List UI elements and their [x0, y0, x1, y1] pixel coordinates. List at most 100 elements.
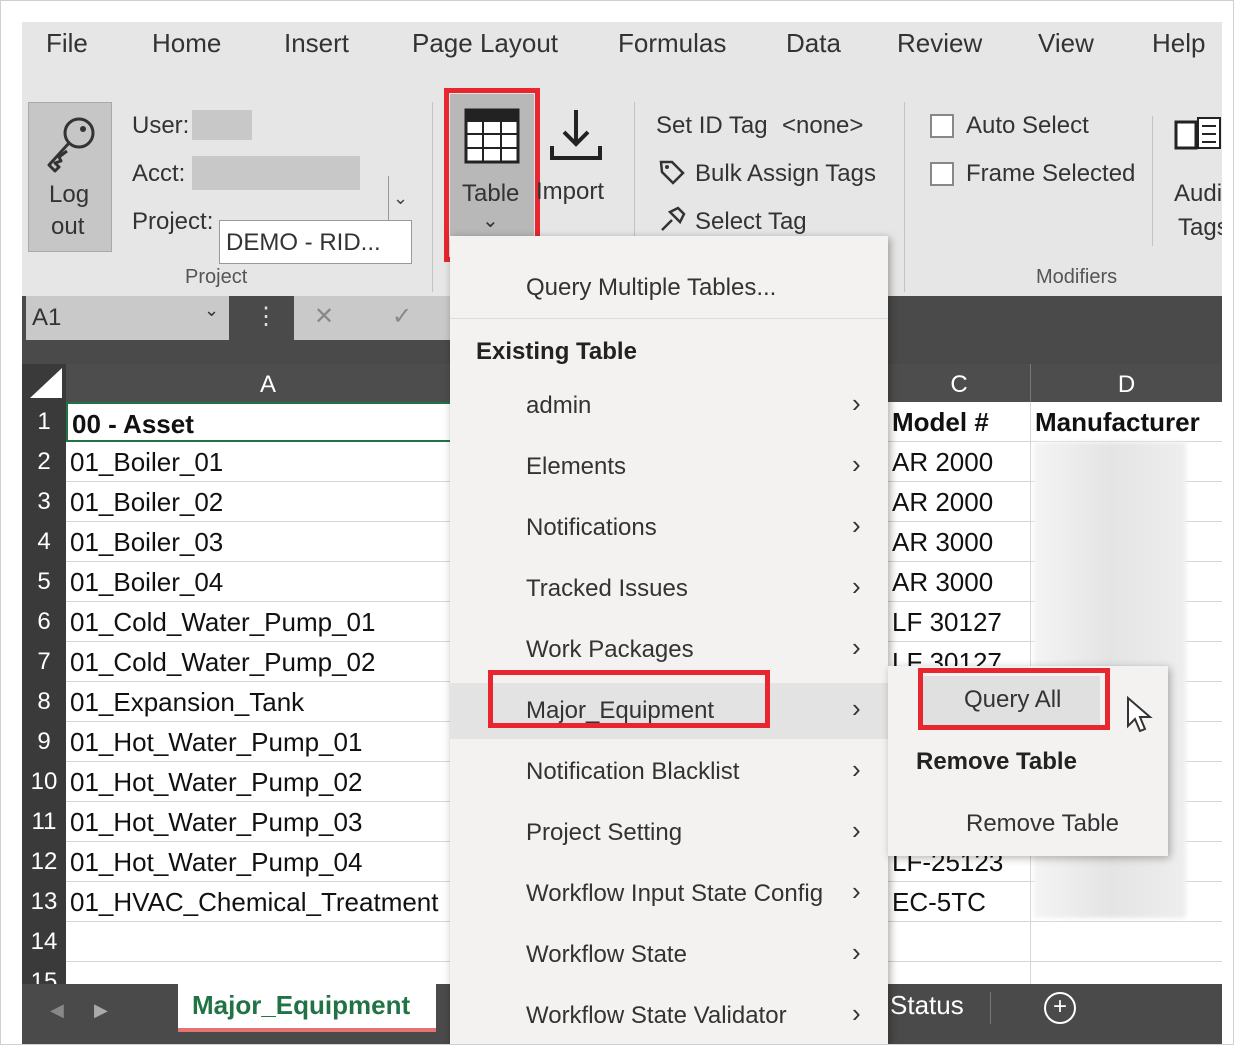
row-header[interactable]: 9: [22, 722, 66, 762]
tab-major-equipment[interactable]: Major_Equipment: [178, 984, 436, 1032]
cell-a[interactable]: 01_Hot_Water_Pump_04: [66, 842, 470, 882]
column-header-d[interactable]: D: [1030, 364, 1222, 402]
menu-review[interactable]: Review: [897, 28, 982, 59]
formula-bar-dots-icon[interactable]: ⋮: [254, 302, 278, 331]
menu-formulas[interactable]: Formulas: [618, 28, 726, 59]
menu-item-admin[interactable]: admin ›: [450, 378, 888, 434]
user-value-redacted: [192, 110, 252, 140]
menu-page-layout[interactable]: Page Layout: [412, 28, 558, 59]
row-header[interactable]: 13: [22, 882, 66, 922]
row-header[interactable]: 6: [22, 602, 66, 642]
cell-c[interactable]: [888, 922, 1030, 962]
logout-label-1: Log: [49, 181, 90, 208]
cell-a[interactable]: [66, 922, 470, 962]
project-dropdown[interactable]: DEMO - RID...: [219, 220, 412, 264]
cell-a[interactable]: 01_Boiler_02: [66, 482, 470, 522]
cell-c[interactable]: Model #: [888, 402, 1030, 442]
cell-a[interactable]: 01_Hot_Water_Pump_02: [66, 762, 470, 802]
table-dropdown-menu: Query Multiple Tables... Existing Table …: [450, 236, 888, 1045]
menu-item-label: Elements: [526, 453, 627, 480]
tab-status[interactable]: Status: [890, 990, 964, 1021]
cell-c[interactable]: AR 2000: [888, 482, 1030, 522]
cell-d[interactable]: Manufacturer: [1030, 402, 1222, 442]
mouse-cursor-icon: [1127, 696, 1153, 733]
chevron-right-icon: ›: [852, 388, 861, 418]
chevron-down-icon[interactable]: ⌄: [388, 176, 412, 220]
auto-select-checkbox[interactable]: [930, 114, 954, 138]
row-header[interactable]: 11: [22, 802, 66, 842]
tab-nav-next-icon[interactable]: ▶: [94, 1000, 108, 1021]
menu-item-label: Notifications: [526, 514, 657, 541]
audit-tags-label-2[interactable]: Tags: [1178, 214, 1222, 242]
column-header-c[interactable]: C: [888, 364, 1030, 402]
ribbon-divider: [1152, 116, 1153, 246]
cell-d[interactable]: [1030, 922, 1222, 962]
chevron-right-icon: ›: [852, 815, 861, 845]
row-header[interactable]: 5: [22, 562, 66, 602]
menu-insert[interactable]: Insert: [284, 28, 349, 59]
name-box[interactable]: A1 ⌄: [26, 296, 229, 340]
cell-c[interactable]: EC-5TC: [888, 882, 1030, 922]
cell-a[interactable]: 01_Boiler_04: [66, 562, 470, 602]
audit-tags-icon: [1174, 117, 1221, 150]
menu-item-label: admin: [526, 392, 592, 419]
name-box-dropdown-icon[interactable]: ⌄: [204, 300, 219, 321]
row-header[interactable]: 4: [22, 522, 66, 562]
remove-table-item[interactable]: Remove Table: [966, 810, 1119, 838]
add-sheet-icon[interactable]: +: [1044, 992, 1076, 1024]
import-button[interactable]: Import: [536, 102, 620, 232]
menu-view[interactable]: View: [1038, 28, 1094, 59]
cell-c[interactable]: LF 30127: [888, 602, 1030, 642]
menu-item-label: Tracked Issues: [526, 575, 688, 602]
select-all-corner[interactable]: [22, 364, 66, 402]
row-header[interactable]: 7: [22, 642, 66, 682]
cell-a[interactable]: 01_Hot_Water_Pump_01: [66, 722, 470, 762]
row-header[interactable]: 1: [22, 402, 66, 442]
set-id-tag-button[interactable]: Set ID Tag: [656, 112, 768, 140]
enter-icon[interactable]: ✓: [392, 302, 412, 331]
menu-item-elements[interactable]: Elements ›: [450, 439, 888, 495]
select-tag-button[interactable]: Select Tag: [695, 208, 807, 236]
menu-item-project-setting[interactable]: Project Setting ›: [450, 805, 888, 861]
row-header[interactable]: 12: [22, 842, 66, 882]
menu-file[interactable]: File: [46, 28, 88, 59]
menu-help[interactable]: Help: [1152, 28, 1205, 59]
row-header[interactable]: 8: [22, 682, 66, 722]
cell-a[interactable]: 00 - Asset: [66, 402, 470, 442]
menu-item-workflow-state-validator[interactable]: Workflow State Validator ›: [450, 988, 888, 1044]
chevron-right-icon: ›: [852, 937, 861, 967]
cell-a[interactable]: 01_Cold_Water_Pump_02: [66, 642, 470, 682]
row-header[interactable]: 10: [22, 762, 66, 802]
column-header-a[interactable]: A: [66, 364, 470, 402]
menu-item-workflow-state[interactable]: Workflow State ›: [450, 927, 888, 983]
cell-a[interactable]: 01_HVAC_Chemical_Treatment: [66, 882, 470, 922]
cancel-icon[interactable]: ✕: [314, 302, 334, 331]
download-icon: [550, 110, 602, 160]
cell-c[interactable]: AR 3000: [888, 522, 1030, 562]
row-header[interactable]: 2: [22, 442, 66, 482]
cell-a[interactable]: 01_Expansion_Tank: [66, 682, 470, 722]
logout-button[interactable]: Log out: [28, 102, 112, 252]
menu-home[interactable]: Home: [152, 28, 221, 59]
tab-nav-prev-icon[interactable]: ◀: [50, 1000, 64, 1021]
query-multiple-tables-item[interactable]: Query Multiple Tables...: [526, 274, 776, 302]
menu-item-notifications[interactable]: Notifications ›: [450, 500, 888, 556]
menu-item-notification-blacklist[interactable]: Notification Blacklist ›: [450, 744, 888, 800]
cell-a[interactable]: 01_Hot_Water_Pump_03: [66, 802, 470, 842]
chevron-right-icon: ›: [852, 693, 861, 723]
cell-a[interactable]: 01_Boiler_01: [66, 442, 470, 482]
row-header[interactable]: 3: [22, 482, 66, 522]
menu-item-tracked-issues[interactable]: Tracked Issues ›: [450, 561, 888, 617]
menu-data[interactable]: Data: [786, 28, 841, 59]
cell-c[interactable]: AR 2000: [888, 442, 1030, 482]
cell-c[interactable]: AR 3000: [888, 562, 1030, 602]
row-header[interactable]: 14: [22, 922, 66, 962]
audit-tags-label-1[interactable]: Audi: [1174, 180, 1222, 208]
bulk-assign-tags-button[interactable]: Bulk Assign Tags: [695, 160, 876, 188]
cell-a[interactable]: 01_Boiler_03: [66, 522, 470, 562]
menu-item-label: Workflow State Validator: [526, 1002, 787, 1029]
cell-a[interactable]: 01_Cold_Water_Pump_01: [66, 602, 470, 642]
menu-item-label: Workflow Input State Config: [526, 880, 824, 907]
frame-selected-checkbox[interactable]: [930, 162, 954, 186]
menu-item-workflow-input-state-config[interactable]: Workflow Input State Config ›: [450, 866, 888, 922]
